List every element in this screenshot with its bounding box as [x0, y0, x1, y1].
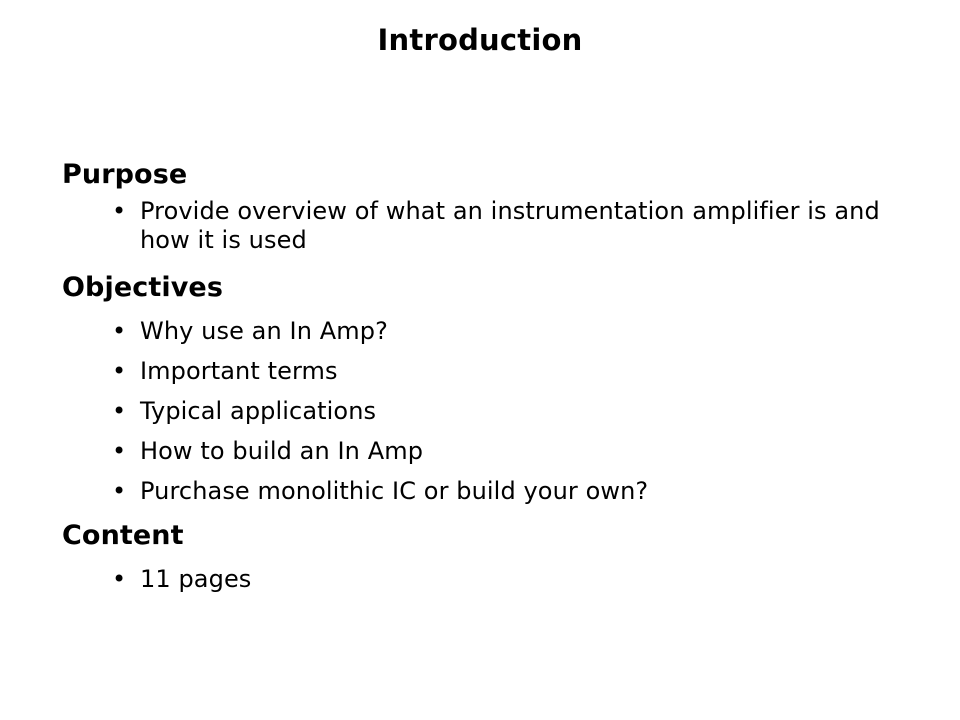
- list-item: • Provide overview of what an instrument…: [62, 197, 912, 255]
- section-heading-objectives: Objectives: [62, 272, 223, 303]
- bullet-dot-icon: •: [112, 477, 127, 505]
- list-item: • How to build an In Amp: [62, 437, 912, 466]
- slide-body: Purpose • Provide overview of what an in…: [62, 158, 912, 594]
- bullet-dot-icon: •: [112, 437, 127, 465]
- list-item: • Why use an In Amp?: [62, 317, 912, 346]
- section-objectives: Objectives • Why use an In Amp? • Import…: [62, 271, 912, 506]
- bullet-list-purpose: • Provide overview of what an instrument…: [62, 197, 912, 255]
- list-item: • Purchase monolithic IC or build your o…: [62, 477, 912, 506]
- list-item-label: How to build an In Amp: [140, 437, 424, 465]
- bullet-dot-icon: •: [112, 317, 127, 345]
- list-item-label: Why use an In Amp?: [140, 317, 388, 345]
- list-item: • 11 pages: [62, 565, 912, 594]
- list-item-label: Typical applications: [140, 397, 377, 425]
- list-item-label: Provide overview of what an instrumentat…: [140, 197, 880, 254]
- bullet-dot-icon: •: [112, 357, 127, 385]
- list-item-label: Important terms: [140, 357, 338, 385]
- section-heading-purpose: Purpose: [62, 159, 188, 190]
- list-item: • Important terms: [62, 357, 912, 386]
- bullet-dot-icon: •: [112, 197, 127, 225]
- slide: Introduction Purpose • Provide overview …: [0, 0, 960, 720]
- bullet-list-objectives: • Why use an In Amp? • Important terms •…: [62, 317, 912, 506]
- list-item-label: 11 pages: [140, 565, 252, 593]
- bullet-dot-icon: •: [112, 397, 127, 425]
- page-title: Introduction: [377, 23, 583, 57]
- list-item-label: Purchase monolithic IC or build your own…: [140, 477, 649, 505]
- list-item: • Typical applications: [62, 397, 912, 426]
- section-heading-content: Content: [62, 520, 184, 551]
- section-content: Content • 11 pages: [62, 519, 912, 594]
- bullet-dot-icon: •: [112, 565, 127, 593]
- section-purpose: Purpose • Provide overview of what an in…: [62, 158, 912, 255]
- bullet-list-content: • 11 pages: [62, 565, 912, 594]
